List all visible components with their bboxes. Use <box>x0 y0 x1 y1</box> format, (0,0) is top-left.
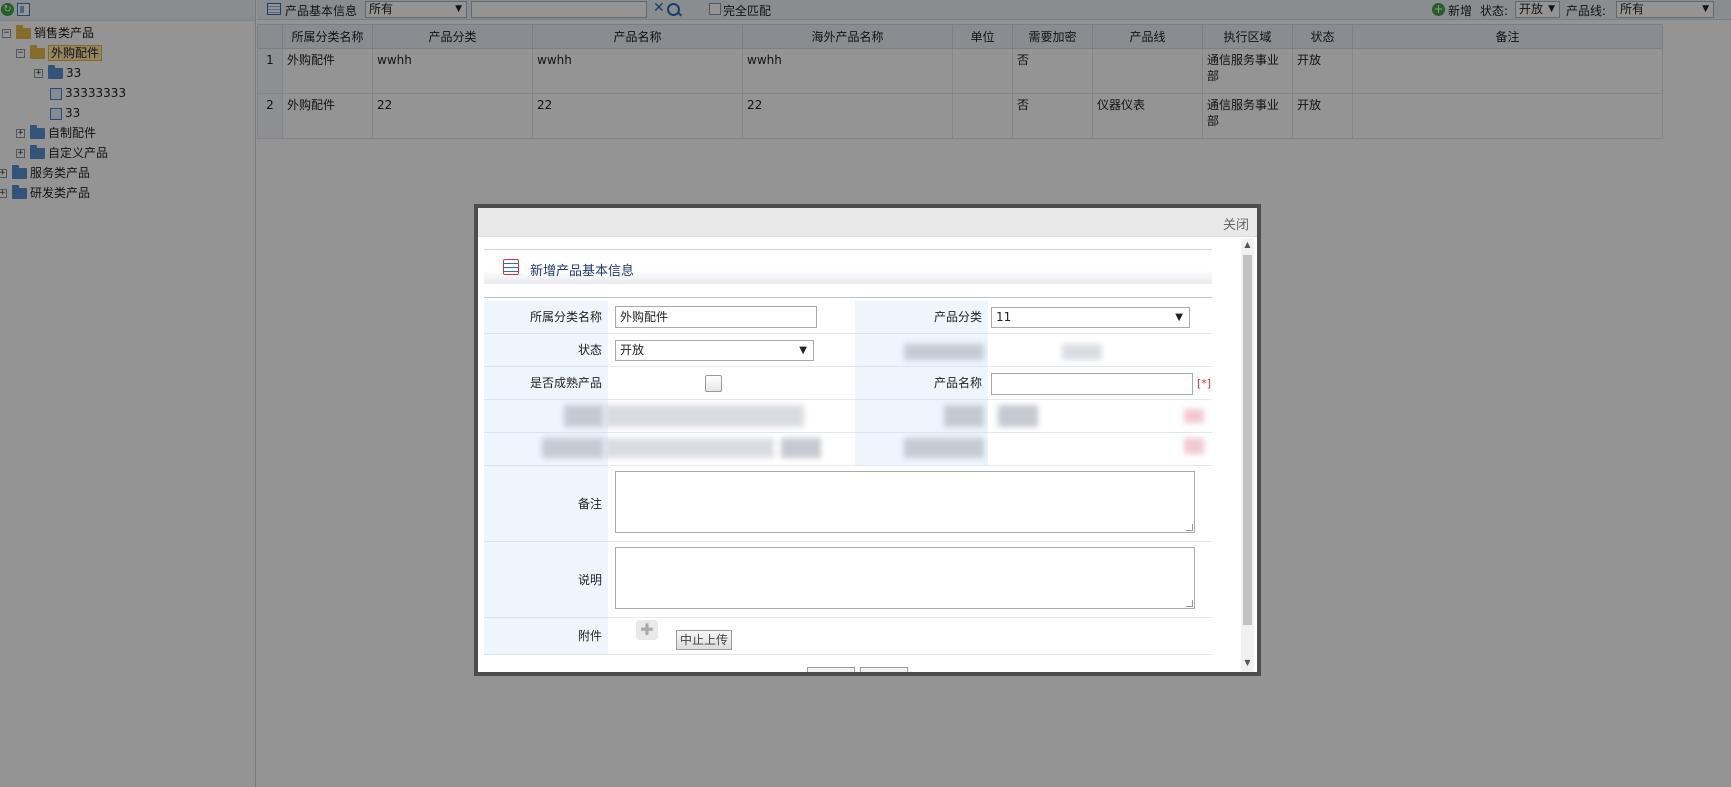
save-button[interactable] <box>807 667 855 672</box>
redacted-region <box>1062 344 1102 360</box>
dialog-body: 新增产品基本信息 所属分类名称 外购配件 产品分类 11 ▼ 状态 开放 ▼ 是否成… <box>484 239 1238 672</box>
redacted-region <box>998 405 1038 427</box>
cancel-button[interactable] <box>860 667 908 672</box>
stop-upload-button[interactable]: 中止上传 <box>676 630 732 650</box>
mature-product-cell <box>608 367 855 400</box>
redacted-region <box>542 438 604 458</box>
scroll-up-icon[interactable]: ▲ <box>1241 239 1254 251</box>
description-label: 说明 <box>484 542 608 618</box>
product-class-select[interactable]: 11 ▼ <box>991 307 1190 328</box>
mature-product-checkbox[interactable] <box>705 375 722 392</box>
empty-cell <box>855 618 1212 655</box>
scroll-down-icon[interactable]: ▼ <box>1241 657 1254 669</box>
redacted-region <box>944 405 984 427</box>
redacted-region <box>1184 409 1204 423</box>
product-name-input[interactable] <box>991 373 1193 395</box>
redacted-region <box>604 438 774 458</box>
product-name-label: 产品名称 <box>855 367 988 400</box>
chevron-down-icon: ▼ <box>799 345 807 356</box>
product-class-label: 产品分类 <box>855 301 988 334</box>
category-input[interactable]: 外购配件 <box>615 306 817 328</box>
form-title: 新增产品基本信息 <box>530 264 635 279</box>
description-textarea[interactable] <box>615 547 1195 609</box>
required-mark: [*] <box>1197 377 1212 390</box>
category-label: 所属分类名称 <box>484 301 608 334</box>
dialog-scrollbar[interactable]: ▲ ▼ <box>1241 239 1254 672</box>
scrollbar-thumb[interactable] <box>1243 255 1252 625</box>
redacted-region <box>604 405 804 427</box>
mature-product-label: 是否成熟产品 <box>484 367 608 400</box>
redacted-region <box>564 405 604 427</box>
redacted-region <box>904 438 984 458</box>
redacted-region <box>781 438 821 458</box>
remark-textarea[interactable] <box>615 471 1195 533</box>
upload-plugin-icon[interactable]: ✚ <box>636 620 658 640</box>
divider <box>484 297 1212 298</box>
form-list-icon <box>503 259 519 275</box>
status-select[interactable]: 开放 ▼ <box>615 340 814 361</box>
redacted-cell <box>988 433 1212 466</box>
redacted-region <box>904 344 984 360</box>
dialog-titlebar[interactable]: 关闭 <box>478 208 1257 237</box>
remark-label: 备注 <box>484 466 608 542</box>
chevron-down-icon: ▼ <box>1175 312 1183 323</box>
status-label: 状态 <box>484 334 608 367</box>
attachment-label: 附件 <box>484 618 608 655</box>
form-header: 新增产品基本信息 <box>484 249 1212 284</box>
redacted-region <box>1184 438 1204 454</box>
add-product-dialog: 关闭 新增产品基本信息 所属分类名称 外购配件 产品分类 11 ▼ 状态 开放 ▼ … <box>474 204 1261 676</box>
close-button[interactable]: 关闭 <box>1223 214 1249 233</box>
